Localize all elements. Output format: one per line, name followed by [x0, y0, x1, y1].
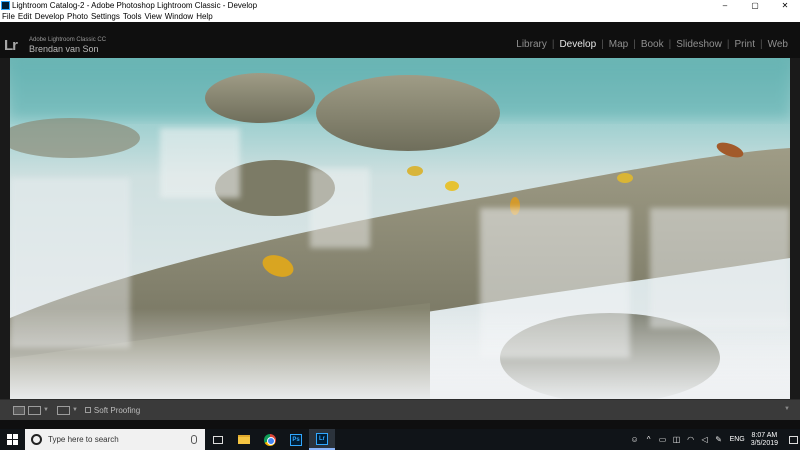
lightroom-logo: Lr [4, 37, 18, 54]
cortana-icon [31, 434, 42, 445]
menu-bar: File Edit Develop Photo Settings Tools V… [0, 11, 800, 22]
windows-taskbar: Type here to search Ps Lr ☺ ^ ▭ ◫ ◠ ◁ ✎ … [0, 429, 800, 450]
module-book[interactable]: Book [637, 39, 668, 50]
develop-preview-area[interactable] [0, 58, 800, 399]
people-icon[interactable]: ☺ [628, 435, 642, 444]
photo-preview[interactable] [10, 58, 790, 399]
file-explorer-button[interactable] [231, 429, 257, 450]
start-button[interactable] [0, 429, 25, 450]
menu-develop[interactable]: Develop [35, 12, 64, 21]
soft-proofing-checkbox[interactable] [84, 407, 91, 413]
clock-time: 8:07 AM [751, 431, 778, 439]
module-print[interactable]: Print [730, 39, 759, 50]
soft-proofing-label: Soft Proofing [93, 405, 141, 415]
menu-edit[interactable]: Edit [18, 12, 32, 21]
window-title: Lightroom Catalog-2 - Adobe Photoshop Li… [12, 1, 258, 10]
menu-file[interactable]: File [2, 12, 15, 21]
action-center-button[interactable] [786, 429, 800, 450]
lightroom-icon: Lr [316, 432, 328, 445]
module-develop[interactable]: Develop [555, 39, 600, 50]
photoshop-icon: Ps [290, 433, 302, 446]
volume-icon[interactable]: ◁ [698, 435, 712, 444]
photoshop-button[interactable]: Ps [283, 429, 309, 450]
menu-view[interactable]: View [145, 12, 162, 21]
module-web[interactable]: Web [764, 39, 792, 50]
develop-toolbar: ▼ ▼ Soft Proofing ▼ [0, 399, 800, 420]
menu-tools[interactable]: Tools [123, 12, 142, 21]
microphone-icon[interactable] [191, 435, 197, 444]
identity-plate: Adobe Lightroom Classic CC Brendan van S… [29, 37, 106, 54]
module-slideshow[interactable]: Slideshow [672, 39, 726, 50]
clock-date: 3/5/2019 [750, 439, 778, 447]
window-title-bar: Lightroom Catalog-2 - Adobe Photoshop Li… [0, 0, 800, 11]
notification-icon [788, 435, 798, 444]
wifi-icon[interactable]: ◠ [684, 435, 698, 444]
search-placeholder: Type here to search [48, 435, 119, 444]
menu-photo[interactable]: Photo [67, 12, 88, 21]
chrome-button[interactable] [257, 429, 283, 450]
maximize-button[interactable]: ▢ [740, 0, 770, 11]
window-controls: – ▢ ✕ [710, 0, 800, 11]
product-name: Adobe Lightroom Classic CC [29, 37, 107, 43]
filmstrip-collapsed-bar [0, 420, 800, 429]
windows-logo-icon [7, 434, 18, 445]
minimize-button[interactable]: – [710, 0, 740, 11]
menu-help[interactable]: Help [196, 12, 212, 21]
task-view-button[interactable] [205, 429, 231, 450]
module-map[interactable]: Map [605, 39, 632, 50]
module-picker: Library | Develop | Map | Book | Slidesh… [512, 39, 792, 50]
menu-window[interactable]: Window [165, 12, 193, 21]
system-tray: ☺ ^ ▭ ◫ ◠ ◁ ✎ ENG 8:07 AM 3/5/2019 [628, 429, 800, 450]
taskbar-clock[interactable]: 8:07 AM 3/5/2019 [751, 432, 778, 448]
taskbar-search-box[interactable]: Type here to search [25, 429, 205, 450]
lightroom-app-icon [1, 1, 10, 10]
module-library[interactable]: Library [512, 39, 551, 50]
before-after-swap-icon[interactable] [56, 405, 70, 415]
menu-settings[interactable]: Settings [91, 12, 120, 21]
waterfall-photo [10, 58, 790, 399]
chevron-down-icon[interactable]: ▼ [72, 407, 78, 413]
before-after-view-icon[interactable] [28, 405, 41, 415]
chrome-icon [264, 433, 276, 446]
toolbar-menu-icon[interactable]: ▼ [784, 406, 790, 412]
language-indicator[interactable]: ENG [730, 436, 745, 443]
folder-icon [238, 435, 250, 444]
battery-icon[interactable]: ▭ [656, 435, 670, 444]
task-view-icon [213, 435, 223, 444]
pen-icon[interactable]: ✎ [712, 435, 726, 444]
chevron-down-icon[interactable]: ▼ [43, 407, 49, 413]
network-icon[interactable]: ◫ [670, 435, 684, 444]
loupe-view-icon[interactable] [13, 405, 25, 415]
chevron-up-icon[interactable]: ^ [642, 435, 656, 444]
close-button[interactable]: ✕ [770, 0, 800, 11]
lightroom-button[interactable]: Lr [309, 429, 335, 450]
identity-plate-bar: Lr Adobe Lightroom Classic CC Brendan va… [0, 22, 800, 58]
owner-name: Brendan van Son [29, 44, 99, 54]
